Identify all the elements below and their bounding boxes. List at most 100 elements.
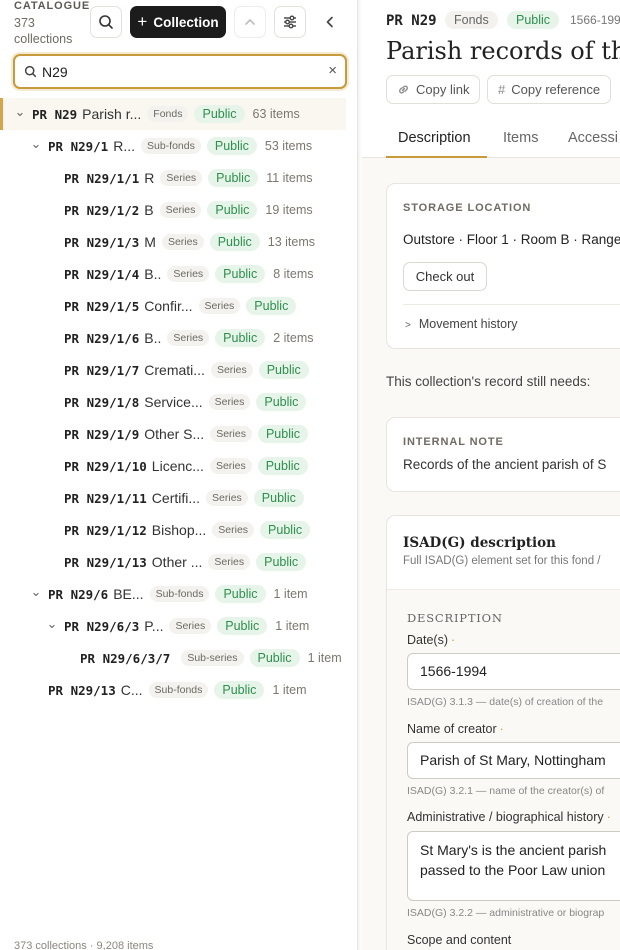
history-field[interactable]: St Mary's is the ancient parish passed t… (407, 831, 620, 901)
tree-row-title: Certifi... (151, 490, 201, 506)
internal-note-text: Records of the ancient parish of S (403, 457, 607, 472)
tree-row-title: BE... (113, 586, 144, 602)
tree-row[interactable]: PR N29/1/3 M Series Public 13 items (0, 226, 357, 258)
tree-row[interactable]: PR N29/1/10 Licenc... Series Public (0, 450, 357, 482)
tree-row-reference: PR N29/1/4 (64, 266, 140, 282)
catalogue-search[interactable]: × (13, 54, 347, 89)
chevron-down-icon[interactable]: ⌄ (30, 136, 42, 152)
tree-row-title: B.. (144, 330, 162, 346)
chevron-down-icon[interactable]: ⌄ (46, 616, 58, 632)
tree-row-item-count: 1 item (272, 683, 307, 697)
history-field-hint: ISAD(G) 3.2.2 — administrative or biogra… (407, 907, 605, 919)
sidebar-header: CATALOGUE 373 collections + Collection (0, 0, 357, 50)
tree-row[interactable]: PR N29/1/7 Cremati... Series Public (0, 354, 357, 386)
tree-row[interactable]: PR N29/1/4 B.. Series Public 8 items (0, 258, 357, 290)
tree-row-level-badge: Series (210, 362, 253, 378)
dates-field-hint: ISAD(G) 3.1.3 — date(s) of creation of t… (407, 696, 604, 708)
collection-dates: 1566-1994 (570, 13, 620, 27)
history-field-label: Administrative / biographical history · (407, 810, 611, 824)
history-line-2: passed to the Poor Law union (420, 862, 606, 878)
isad-subtitle: Full ISAD(G) element set for this fond / (403, 555, 601, 567)
copy-link-button[interactable]: Copy link (386, 75, 481, 104)
tab-items[interactable]: Items (503, 130, 538, 146)
chevron-down-icon[interactable]: ⌄ (30, 584, 42, 600)
tree-row-level-badge: Series (161, 234, 204, 250)
storage-path: Outstore · Floor 1 · Room B · Range (403, 232, 620, 247)
tree-row-status-badge: Public (249, 649, 300, 667)
tree-row[interactable]: ⌄ PR N29/6/3 P... Series Public 1 item (0, 610, 357, 642)
tree-row-reference: PR N29/1/9 (64, 426, 140, 442)
chevron-left-icon (326, 16, 333, 28)
tree-row[interactable]: PR N29/1/8 Service... Series Public (0, 386, 357, 418)
tree-row[interactable]: PR N29/6/3/7 Sub-series Public 1 item (0, 642, 357, 674)
tree-row-title: Confir... (144, 298, 193, 314)
tree-row-reference: PR N29/1/3 (64, 234, 140, 250)
tree-row-title: B.. (144, 266, 162, 282)
tree-row-status-badge: Public (246, 297, 297, 315)
tree-row-item-count: 13 items (267, 235, 315, 249)
tree-row-reference: PR N29 (32, 106, 78, 122)
dates-field[interactable]: 1566-1994 (407, 653, 620, 690)
movement-history-toggle[interactable]: > Movement history (405, 317, 518, 331)
tree-row[interactable]: PR N29/1/6 B.. Series Public 2 items (0, 322, 357, 354)
storage-location-label: STORAGE LOCATION (403, 202, 532, 214)
tree-row-level-badge: Sub-fonds (149, 586, 210, 602)
internal-note-label: INTERNAL NOTE (403, 436, 504, 448)
tree-row-title: Other ... (151, 554, 203, 570)
move-up-button[interactable] (234, 6, 266, 38)
tree-row-level-badge: Series (212, 522, 255, 538)
plus-icon: + (137, 12, 148, 31)
copy-link-label: Copy link (416, 82, 470, 97)
tree-row-title: P... (144, 618, 164, 634)
tree-row-status-badge: Public (257, 425, 308, 443)
tree-row[interactable]: PR N29/1/1 R Series Public 11 items (0, 162, 357, 194)
new-collection-button[interactable]: + Collection (130, 6, 226, 38)
tree-row[interactable]: PR N29/1/12 Bishop... Series Public (0, 514, 357, 546)
tree-row-title: Cremati... (144, 362, 205, 378)
copy-reference-button[interactable]: # Copy reference (487, 75, 612, 104)
tab-accession[interactable]: Accessi (568, 130, 618, 146)
tree-row-item-count: 1 item (307, 651, 342, 665)
clear-search-icon[interactable]: × (328, 62, 337, 79)
tree-row-title: Other S... (144, 426, 205, 442)
tree-row[interactable]: ⌄ PR N29 Parish r... Fonds Public 63 items (0, 98, 346, 130)
tree-row[interactable]: ⌄ PR N29/1 R... Sub-fonds Public 53 items (0, 130, 357, 162)
tree-row[interactable]: PR N29/1/9 Other S... Series Public (0, 418, 357, 450)
tree-row-reference: PR N29/6/3 (64, 618, 140, 634)
tree-row-reference: PR N29/1/8 (64, 394, 140, 410)
tree-row-reference: PR N29/1 (48, 138, 109, 154)
sliders-icon (284, 15, 296, 29)
creator-field-hint: ISAD(G) 3.2.1 — name of the creator(s) o… (407, 785, 605, 797)
catalogue-title: CATALOGUE (14, 0, 91, 12)
tree-row-reference: PR N29/6/3/7 (80, 650, 171, 666)
search-toggle-button[interactable] (90, 6, 122, 38)
record-needs-text: This collection's record still needs: (386, 374, 591, 389)
catalogue-sidebar: CATALOGUE 373 collections + Collection × (0, 0, 358, 950)
search-icon (24, 65, 37, 78)
tree-row-reference: PR N29/1/11 (64, 490, 147, 506)
tree-row-title: Bishop... (151, 522, 207, 538)
tree-row-title: M (144, 234, 156, 250)
tree-row-reference: PR N29/1/10 (64, 458, 147, 474)
tree-row[interactable]: PR N29/1/2 B Series Public 19 items (0, 194, 357, 226)
creator-field[interactable]: Parish of St Mary, Nottingham (407, 742, 620, 779)
check-out-button[interactable]: Check out (403, 262, 487, 291)
tree-row-level-badge: Series (169, 618, 212, 634)
tab-description[interactable]: Description (398, 130, 471, 146)
tree-row-level-badge: Series (208, 554, 251, 570)
copy-reference-label: Copy reference (511, 82, 601, 97)
filter-settings-button[interactable] (274, 6, 306, 38)
search-input[interactable] (42, 61, 312, 83)
tree-row-title: Service... (144, 394, 203, 410)
tree-row[interactable]: PR N29/1/5 Confir... Series Public (0, 290, 357, 322)
collapse-sidebar-button[interactable] (314, 6, 346, 38)
tree-row[interactable]: PR N29/13 C... Sub-fonds Public 1 item (0, 674, 357, 706)
history-line-1: St Mary's is the ancient parish (420, 842, 607, 858)
tree-row[interactable]: PR N29/1/11 Certifi... Series Public (0, 482, 357, 514)
tree-row[interactable]: ⌄ PR N29/6 BE... Sub-fonds Public 1 item (0, 578, 357, 610)
search-icon (99, 15, 113, 29)
chevron-down-icon[interactable]: ⌄ (14, 104, 26, 120)
tree-row[interactable]: PR N29/1/13 Other ... Series Public (0, 546, 357, 578)
sidebar-footer: 373 collections · 9,208 items (14, 940, 154, 950)
link-icon (399, 85, 408, 94)
